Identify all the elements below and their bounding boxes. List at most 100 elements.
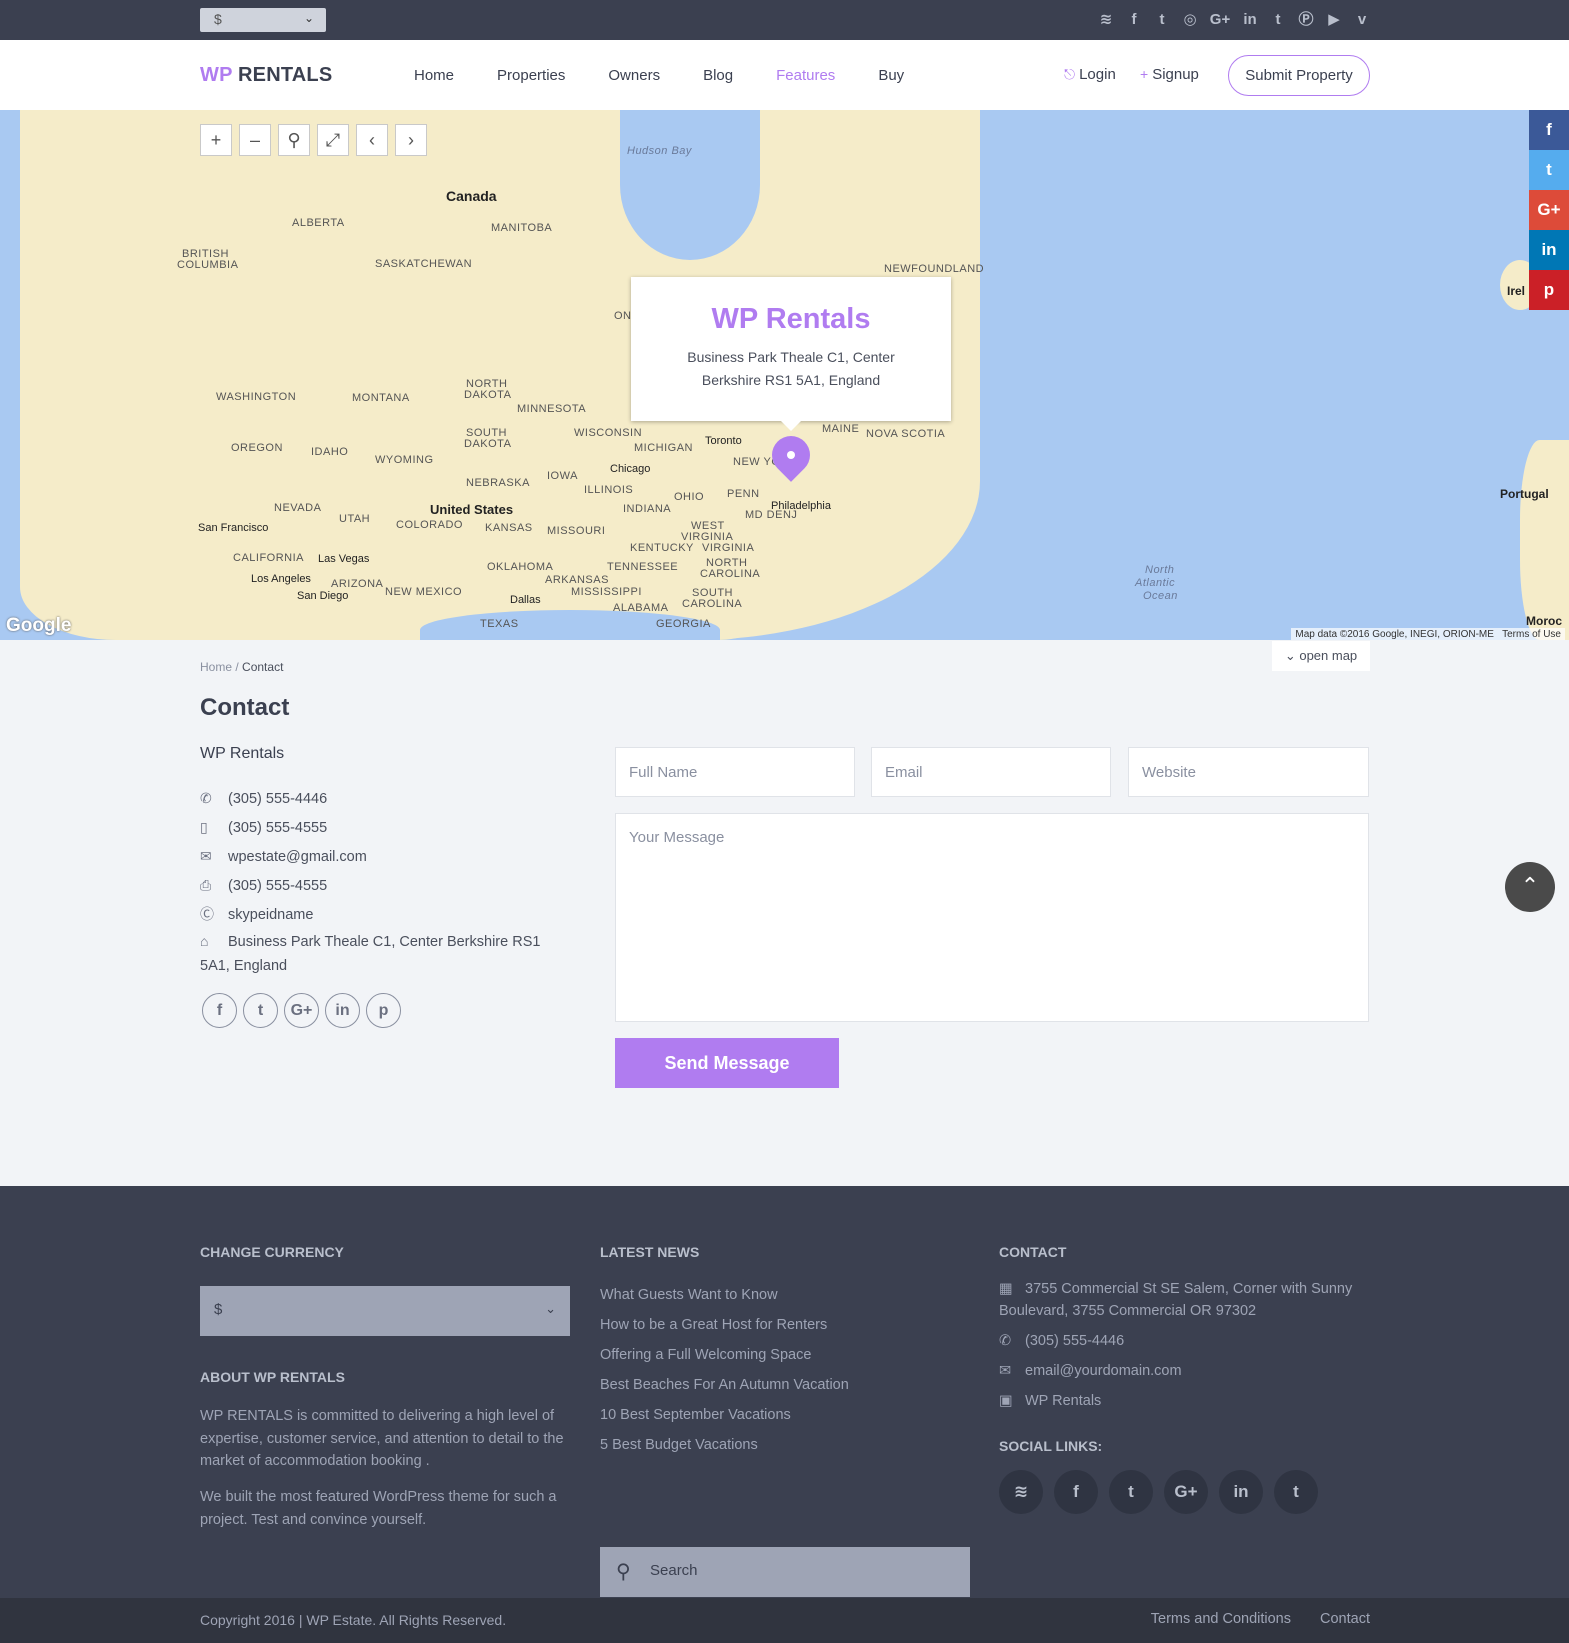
zoom-out-button[interactable]: –: [239, 124, 271, 156]
map-label: Canada: [446, 188, 497, 204]
map[interactable]: + – ⚲ ⤢ ‹ › Hudson Bay Canada ALBERTA MA…: [0, 110, 1569, 640]
map-label: KANSAS: [485, 522, 533, 534]
map-label: DAKOTA: [464, 438, 512, 450]
map-label: MANITOBA: [491, 222, 553, 234]
rss-icon[interactable]: ≋: [999, 1470, 1043, 1514]
map-label: INDIANA: [623, 503, 672, 515]
dribbble-icon[interactable]: ◎: [1181, 10, 1199, 30]
map-label: Chicago: [610, 463, 651, 475]
map-label: NEVADA: [274, 502, 322, 514]
full-name-input[interactable]: [615, 747, 855, 797]
pinterest-icon[interactable]: p: [366, 993, 401, 1028]
currency-select-top[interactable]: $ ⌄: [200, 8, 326, 32]
facebook-icon[interactable]: f: [202, 993, 237, 1028]
nav-owners[interactable]: Owners: [608, 67, 660, 84]
zoom-in-button[interactable]: +: [200, 124, 232, 156]
map-label: Atlantic: [1135, 577, 1176, 589]
facebook-icon[interactable]: f: [1125, 10, 1143, 30]
scroll-to-top-button[interactable]: ⌃: [1505, 862, 1555, 912]
contact-fax-row: ⎙ (305) 555-4555: [200, 871, 570, 900]
twitter-icon[interactable]: t: [1109, 1470, 1153, 1514]
map-label: Irel: [1507, 284, 1526, 298]
map-label: MISSOURI: [547, 525, 606, 537]
map-label: WISCONSIN: [574, 427, 643, 439]
map-label: North: [1145, 564, 1175, 576]
contact-phone: (305) 555-4446: [228, 791, 328, 807]
nav-blog[interactable]: Blog: [703, 67, 733, 84]
map-label: MD DENJ: [745, 509, 798, 521]
google-plus-icon[interactable]: G+: [1164, 1470, 1208, 1514]
twitter-icon[interactable]: t: [1153, 10, 1171, 30]
fullscreen-icon[interactable]: ⤢: [317, 124, 349, 156]
facebook-share-icon[interactable]: f: [1529, 110, 1569, 150]
footer-search-placeholder: Search: [650, 1562, 698, 1579]
nav-home[interactable]: Home: [414, 67, 454, 84]
linkedin-share-icon[interactable]: in: [1529, 230, 1569, 270]
tumblr-icon[interactable]: t: [1269, 10, 1287, 30]
news-link[interactable]: Best Beaches For An Autumn Vacation: [600, 1370, 970, 1400]
signup-link[interactable]: + Signup: [1140, 66, 1199, 83]
map-label: MINNESOTA: [517, 403, 587, 415]
website-input[interactable]: [1128, 747, 1369, 797]
copyright: Copyright 2016 | WP Estate. All Rights R…: [200, 1612, 507, 1628]
google-plus-icon[interactable]: G+: [284, 993, 319, 1028]
message-textarea[interactable]: [615, 813, 1369, 1022]
currency-select-footer[interactable]: $ ⌄: [200, 1286, 570, 1336]
breadcrumb-home[interactable]: Home: [200, 660, 232, 674]
youtube-icon[interactable]: ▶: [1325, 10, 1343, 30]
email-input[interactable]: [871, 747, 1111, 797]
map-label: Portugal: [1500, 487, 1549, 501]
map-label: TENNESSEE: [607, 561, 679, 573]
nav-properties[interactable]: Properties: [497, 67, 565, 84]
footer-search-input[interactable]: ⚲ Search: [600, 1547, 970, 1597]
contact-heading: CONTACT: [999, 1244, 1067, 1260]
pinterest-icon[interactable]: Ⓟ: [1297, 10, 1315, 30]
map-water-atlantic: [980, 110, 1500, 640]
terms-link[interactable]: Terms and Conditions: [1151, 1611, 1291, 1627]
map-controls: + – ⚲ ⤢ ‹ ›: [200, 124, 427, 156]
prev-arrow-icon[interactable]: ‹: [356, 124, 388, 156]
logo[interactable]: WP RENTALS: [200, 64, 332, 87]
next-arrow-icon[interactable]: ›: [395, 124, 427, 156]
twitter-share-icon[interactable]: t: [1529, 150, 1569, 190]
news-link[interactable]: What Guests Want to Know: [600, 1280, 970, 1310]
currency-heading: CHANGE CURRENCY: [200, 1244, 344, 1260]
linkedin-icon[interactable]: in: [325, 993, 360, 1028]
google-plus-icon[interactable]: G+: [1209, 10, 1231, 30]
map-label: MONTANA: [352, 392, 410, 404]
map-water-hudson-bay: [620, 110, 760, 260]
map-label: NEW MEXICO: [385, 586, 463, 598]
map-land-europe: [1520, 440, 1569, 640]
terms-of-use-link[interactable]: Terms of Use: [1502, 629, 1561, 640]
map-label: ARKANSAS: [545, 574, 609, 586]
twitter-icon[interactable]: t: [243, 993, 278, 1028]
breadcrumb-current: Contact: [242, 660, 284, 674]
location-pin-icon[interactable]: ⚲: [278, 124, 310, 156]
bottom-contact-link[interactable]: Contact: [1320, 1611, 1370, 1627]
footer-site[interactable]: WP Rentals: [1025, 1393, 1101, 1409]
open-map-button[interactable]: ⌄ open map: [1272, 641, 1370, 671]
google-plus-share-icon[interactable]: G+: [1529, 190, 1569, 230]
news-link[interactable]: Offering a Full Welcoming Space: [600, 1340, 970, 1370]
linkedin-icon[interactable]: in: [1219, 1470, 1263, 1514]
nav-buy[interactable]: Buy: [878, 67, 904, 84]
chevron-down-icon: ⌄: [545, 1301, 556, 1316]
info-window-tail: [781, 421, 801, 431]
news-link[interactable]: How to be a Great Host for Renters: [600, 1310, 970, 1340]
linkedin-icon[interactable]: in: [1241, 10, 1259, 30]
contact-email[interactable]: wpestate@gmail.com: [228, 849, 367, 865]
facebook-icon[interactable]: f: [1054, 1470, 1098, 1514]
social-links-heading: SOCIAL LINKS:: [999, 1438, 1103, 1454]
vimeo-icon[interactable]: v: [1353, 10, 1371, 30]
news-link[interactable]: 5 Best Budget Vacations: [600, 1430, 970, 1460]
news-link[interactable]: 10 Best September Vacations: [600, 1400, 970, 1430]
rss-icon[interactable]: ≋: [1097, 10, 1115, 30]
send-message-button[interactable]: Send Message: [615, 1038, 839, 1088]
login-link[interactable]: ⎋ Login: [1064, 66, 1116, 83]
nav-features[interactable]: Features: [776, 67, 835, 84]
footer-email[interactable]: email@yourdomain.com: [1025, 1363, 1182, 1379]
pinterest-share-icon[interactable]: p: [1529, 270, 1569, 310]
tumblr-icon[interactable]: t: [1274, 1470, 1318, 1514]
submit-property-button[interactable]: Submit Property: [1228, 55, 1370, 96]
map-info-window: WP Rentals Business Park Theale C1, Cent…: [631, 277, 951, 431]
